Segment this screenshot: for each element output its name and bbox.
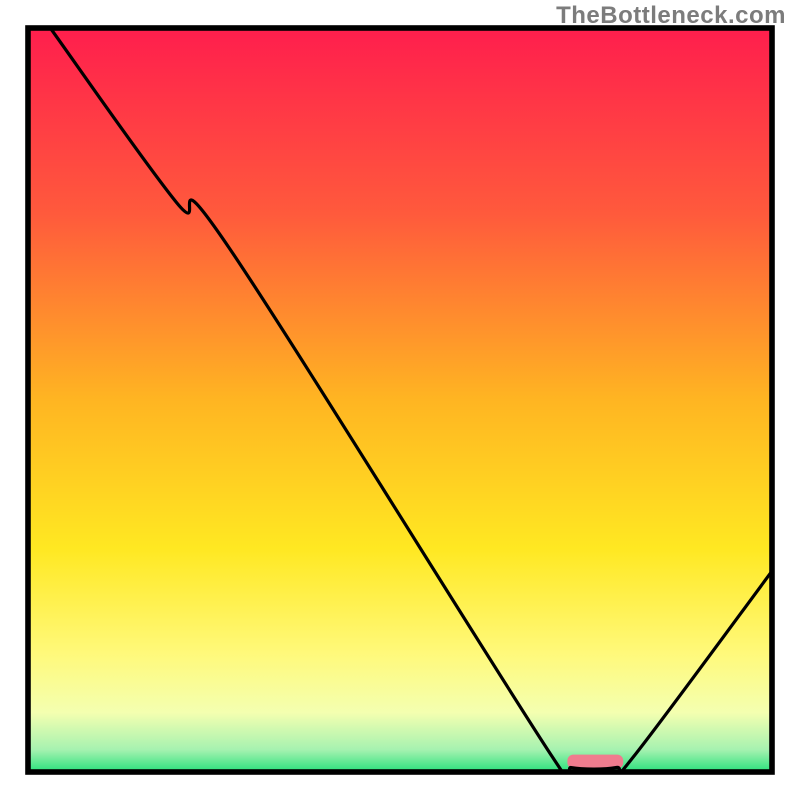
chart-canvas: TheBottleneck.com [0, 0, 800, 800]
gradient-background [28, 28, 772, 772]
watermark-label: TheBottleneck.com [556, 2, 786, 30]
bottleneck-chart [0, 0, 800, 800]
